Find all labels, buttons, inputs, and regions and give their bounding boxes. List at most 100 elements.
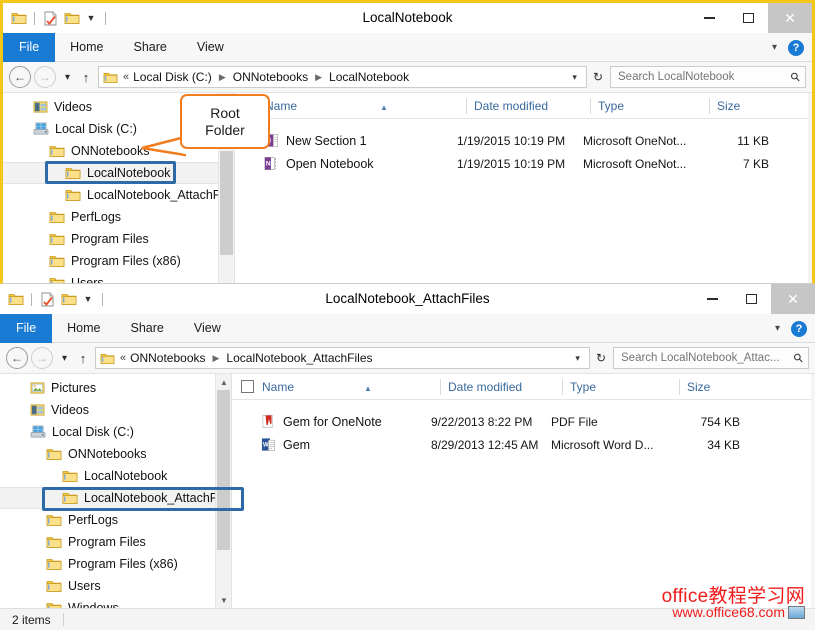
breadcrumb-overflow[interactable]: « (121, 71, 131, 83)
forward-arrow-icon[interactable]: → (34, 66, 56, 88)
breadcrumb-item-2[interactable]: LocalNotebook (327, 70, 411, 84)
tree-item-program-files-x86[interactable]: Program Files (x86) (0, 553, 231, 575)
window2-nav-scrollbar[interactable]: ▲ ▼ (215, 374, 231, 608)
back-arrow-icon[interactable]: ← (6, 347, 28, 369)
close-button[interactable]: ✕ (771, 284, 815, 314)
window1-breadcrumb[interactable]: « Local Disk (C:) ▶ ONNotebooks ▶ LocalN… (98, 66, 587, 88)
column-header-name[interactable]: Name ▲ (257, 93, 466, 119)
breadcrumb-item-0[interactable]: Local Disk (C:) (131, 70, 214, 84)
window2-file-scrollbar[interactable] (811, 374, 815, 608)
table-row[interactable]: N New Section 1 1/19/2015 10:19 PM Micro… (235, 129, 812, 152)
maximize-button[interactable] (729, 3, 768, 33)
back-arrow-icon[interactable]: ← (9, 66, 31, 88)
breadcrumb-overflow[interactable]: « (118, 352, 128, 364)
new-folder-icon[interactable] (63, 10, 80, 27)
recent-locations-chevron-down-icon[interactable]: ▾ (59, 66, 76, 88)
tree-item-perflogs[interactable]: PerfLogs (0, 509, 231, 531)
column-header-size[interactable]: Size (709, 93, 787, 119)
column-header-size[interactable]: Size (679, 374, 757, 400)
maximize-button[interactable] (732, 284, 771, 314)
window2-titlebar[interactable]: ▼ LocalNotebook_AttachFiles ✕ (0, 284, 815, 314)
breadcrumb-item-1[interactable]: ONNotebooks (231, 70, 310, 84)
tree-item-localnotebook[interactable]: LocalNotebook (3, 162, 234, 184)
table-row[interactable]: W Gem 8/29/2013 12:45 AM Microsoft Word … (232, 433, 815, 456)
tab-file[interactable]: File (3, 33, 55, 62)
tree-item-program-files-x86[interactable]: Program Files (x86) (3, 250, 234, 272)
tree-item-windows[interactable]: Windows (0, 597, 231, 608)
address-dropdown-chevron-down-icon[interactable]: ▾ (568, 353, 587, 364)
search-input[interactable] (616, 70, 791, 84)
tree-item-localnotebook[interactable]: LocalNotebook (0, 465, 231, 487)
tab-file[interactable]: File (0, 314, 52, 343)
minimize-button[interactable] (690, 3, 729, 33)
tab-view[interactable]: View (179, 314, 236, 343)
nav-scrollbar-thumb[interactable] (217, 390, 230, 550)
tree-item-program-files[interactable]: Program Files (3, 228, 234, 250)
column-header-name[interactable]: Name ▲ (254, 374, 440, 400)
window2-folder-tree: Pictures Videos (0, 374, 231, 608)
breadcrumb-chevron-right-icon-0[interactable]: ▶ (214, 72, 231, 83)
tree-item-localnotebook-attachfiles[interactable]: LocalNotebook_AttachFiles (3, 184, 234, 206)
search-input[interactable] (619, 351, 794, 365)
tree-item-onnotebooks[interactable]: ONNotebooks (0, 443, 231, 465)
customize-qat-chevron-down-icon[interactable]: ▼ (84, 10, 98, 27)
window2-search-box[interactable]: ⚲ (613, 347, 809, 369)
tree-item-localnotebook-attachfiles[interactable]: LocalNotebook_AttachFiles (0, 487, 231, 509)
address-dropdown-chevron-down-icon[interactable]: ▾ (565, 72, 584, 83)
recent-locations-chevron-down-icon[interactable]: ▾ (56, 347, 73, 369)
nav-scrollbar-thumb[interactable] (220, 151, 233, 255)
column-header-date-modified[interactable]: Date modified (466, 93, 590, 119)
tree-item-users[interactable]: Users (0, 575, 231, 597)
tree-item-videos[interactable]: Videos (0, 399, 231, 421)
properties-icon[interactable] (39, 291, 56, 308)
refresh-icon[interactable]: ↻ (590, 70, 606, 84)
help-icon[interactable]: ? (788, 40, 804, 56)
tab-home[interactable]: Home (52, 314, 115, 343)
new-folder-icon[interactable] (60, 291, 77, 308)
select-all-checkbox[interactable] (241, 380, 254, 393)
column-header-type[interactable]: Type (590, 93, 709, 119)
folder-icon[interactable] (7, 291, 24, 308)
tab-share[interactable]: Share (119, 33, 182, 62)
expand-ribbon-chevron-down-icon[interactable]: ▾ (767, 42, 782, 53)
folder-icon (62, 491, 78, 505)
tree-item-users[interactable]: Users (3, 272, 234, 283)
close-button[interactable]: ✕ (768, 3, 812, 33)
window2-navigation-pane: Pictures Videos (0, 374, 232, 608)
up-arrow-icon[interactable]: ↑ (76, 66, 96, 88)
window1-file-scrollbar[interactable] (808, 93, 812, 283)
properties-icon[interactable] (42, 10, 59, 27)
table-row[interactable]: N Open Notebook 1/19/2015 10:19 PM Micro… (235, 152, 812, 175)
scroll-up-arrow-icon[interactable]: ▲ (216, 374, 232, 390)
breadcrumb-item-0[interactable]: ONNotebooks (128, 351, 207, 365)
file-name-cell: N Open Notebook (235, 156, 457, 171)
expand-ribbon-chevron-down-icon[interactable]: ▾ (770, 323, 785, 334)
tab-view[interactable]: View (182, 33, 239, 62)
minimize-button[interactable] (693, 284, 732, 314)
breadcrumb-item-1[interactable]: LocalNotebook_AttachFiles (224, 351, 374, 365)
tab-home[interactable]: Home (55, 33, 118, 62)
breadcrumb-chevron-right-icon-1[interactable]: ▶ (310, 72, 327, 83)
folder-icon[interactable] (10, 10, 27, 27)
up-arrow-icon[interactable]: ↑ (73, 347, 93, 369)
window2-body: Pictures Videos (0, 374, 815, 608)
window1-search-box[interactable]: ⚲ (610, 66, 806, 88)
forward-arrow-icon[interactable]: → (31, 347, 53, 369)
breadcrumb-chevron-right-icon-0[interactable]: ▶ (208, 353, 225, 364)
column-header-date-modified[interactable]: Date modified (440, 374, 562, 400)
refresh-icon[interactable]: ↻ (593, 351, 609, 365)
table-row[interactable]: Gem for OneNote 9/22/2013 8:22 PM PDF Fi… (232, 410, 815, 433)
tree-item-program-files[interactable]: Program Files (0, 531, 231, 553)
tree-item-perflogs[interactable]: PerfLogs (3, 206, 234, 228)
tree-item-pictures[interactable]: Pictures (0, 377, 231, 399)
window1-titlebar[interactable]: ▼ LocalNotebook ✕ (3, 3, 812, 33)
help-icon[interactable]: ? (791, 321, 807, 337)
scroll-down-arrow-icon[interactable]: ▼ (216, 592, 232, 608)
customize-qat-chevron-down-icon[interactable]: ▼ (81, 291, 95, 308)
column-header-type[interactable]: Type (562, 374, 679, 400)
window2-breadcrumb[interactable]: « ONNotebooks ▶ LocalNotebook_AttachFile… (95, 347, 590, 369)
window1-quick-access-toolbar: ▼ (3, 3, 109, 33)
folder-icon (49, 254, 65, 268)
tab-share[interactable]: Share (116, 314, 179, 343)
tree-item-local-disk-c[interactable]: Local Disk (C:) (0, 421, 231, 443)
